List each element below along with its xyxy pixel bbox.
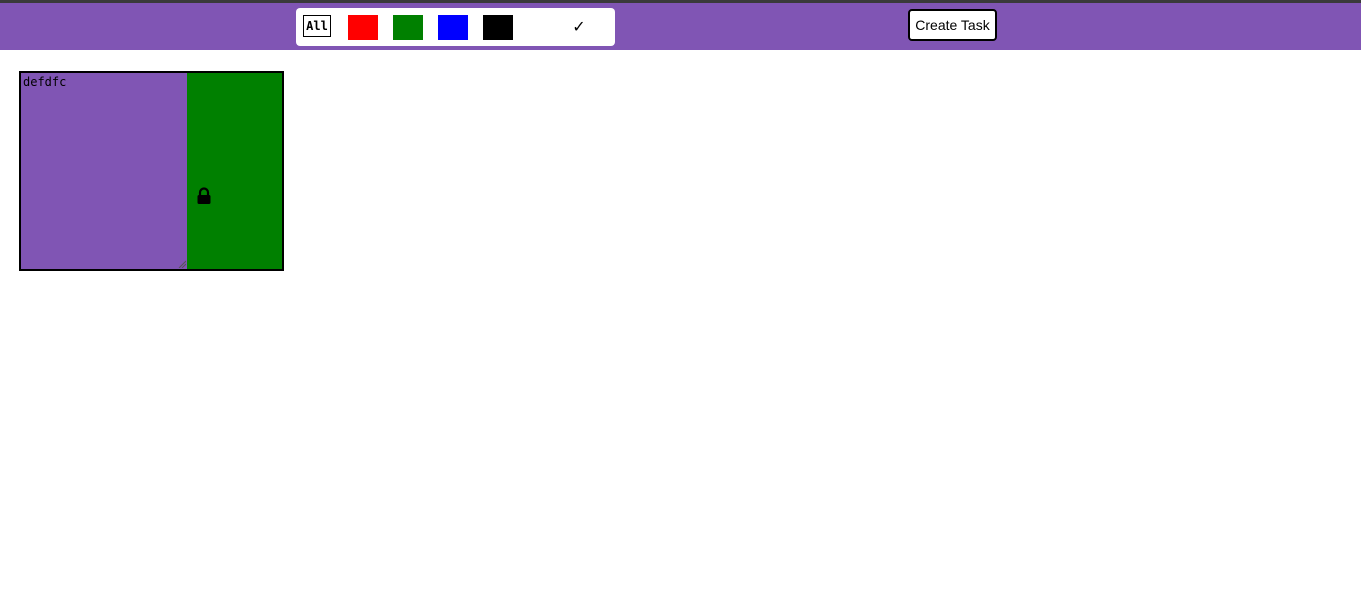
create-task-button[interactable]: Create Task xyxy=(908,9,997,41)
checkmark-icon[interactable]: ✓ xyxy=(566,16,592,38)
filter-black-swatch[interactable] xyxy=(483,15,513,40)
filter-all-button[interactable]: All xyxy=(303,15,331,37)
lock-icon[interactable] xyxy=(196,187,212,205)
toolbar: All ✓ Create Task xyxy=(0,3,1361,50)
resize-grip-icon[interactable] xyxy=(178,260,186,268)
task-text-area[interactable]: defdfc xyxy=(21,73,187,269)
color-filter-panel: All ✓ xyxy=(296,8,615,46)
task-card: defdfc xyxy=(19,71,284,271)
filter-red-swatch[interactable] xyxy=(348,15,378,40)
task-text: defdfc xyxy=(23,75,67,89)
filter-green-swatch[interactable] xyxy=(393,15,423,40)
filter-blue-swatch[interactable] xyxy=(438,15,468,40)
task-color-strip[interactable] xyxy=(187,73,282,269)
